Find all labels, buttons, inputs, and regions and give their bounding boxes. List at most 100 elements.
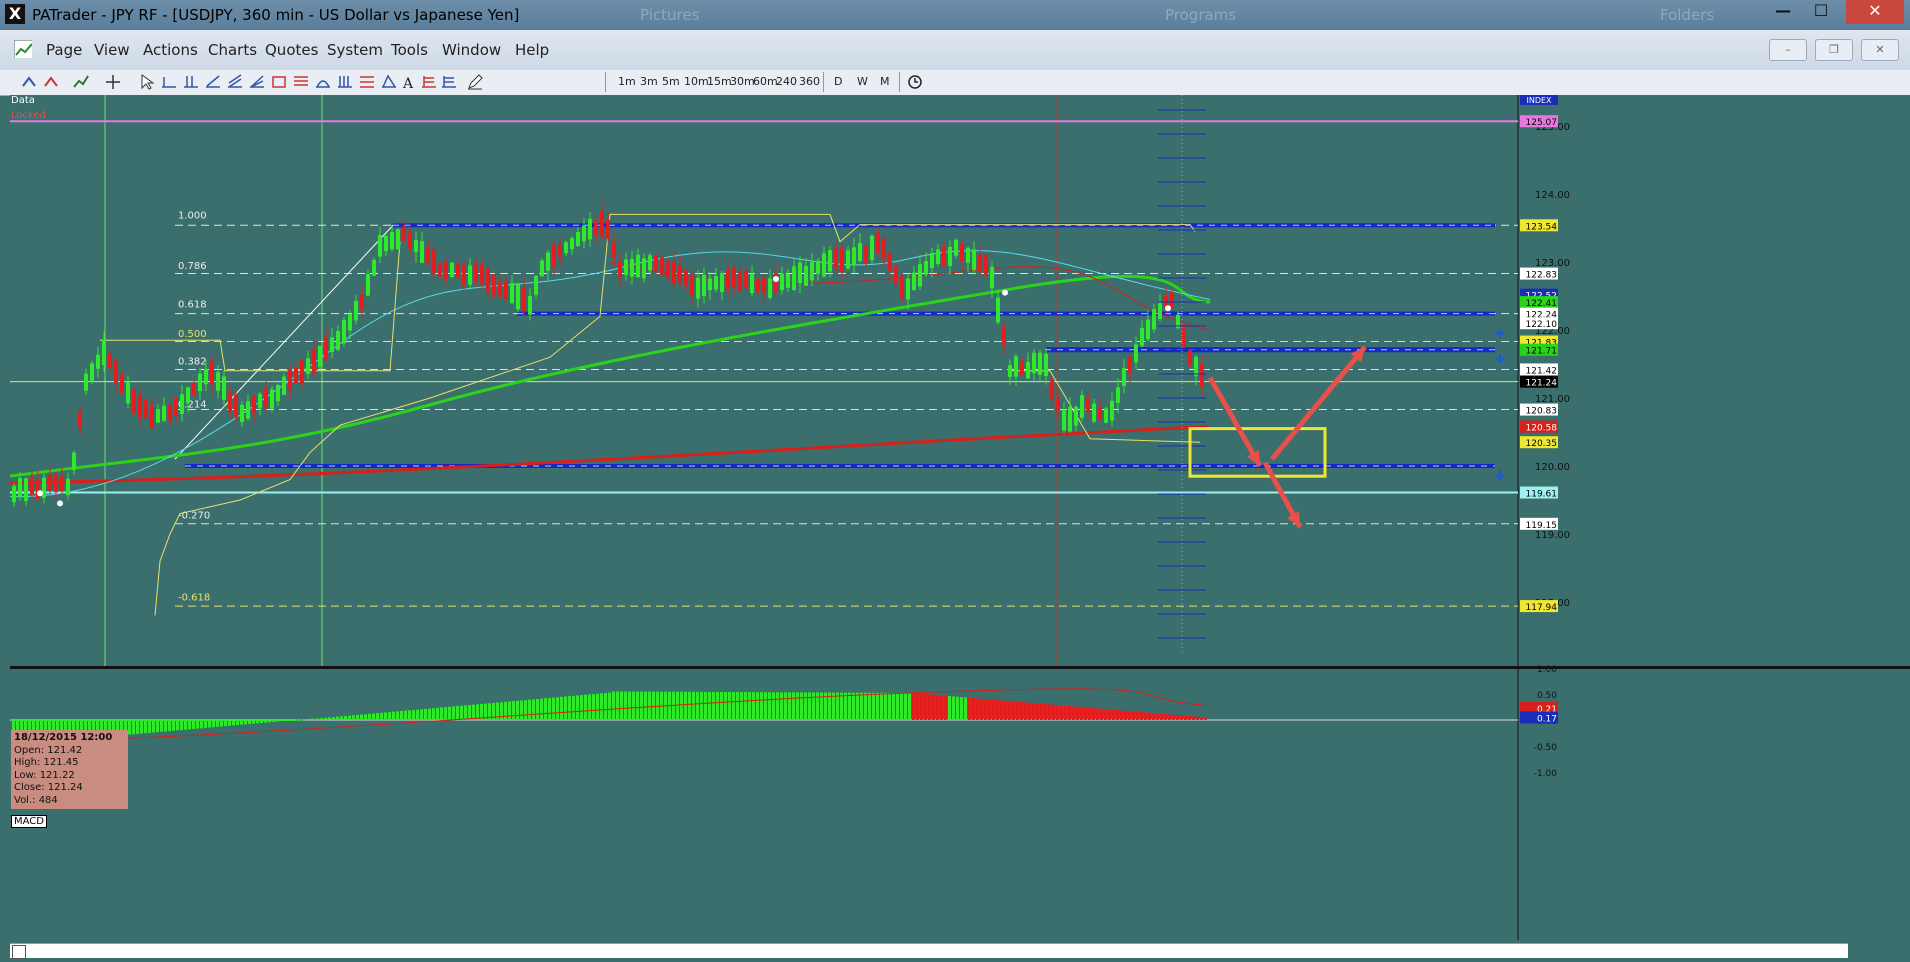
macd-bar <box>900 692 903 720</box>
ghost-tab: Folders <box>1660 6 1715 24</box>
macd-bar <box>1072 706 1075 720</box>
cursor-icon[interactable] <box>138 73 156 91</box>
macd-bar <box>680 691 683 720</box>
period-monthly[interactable]: M <box>880 75 890 88</box>
tooltip-high: High: 121.45 <box>14 757 79 768</box>
candle-body <box>18 478 22 497</box>
menu-help[interactable]: Help <box>515 41 549 59</box>
menu-charts[interactable]: Charts <box>208 41 257 59</box>
fib-arc-tool-icon[interactable] <box>314 73 332 91</box>
channel-tool-icon[interactable] <box>226 73 244 91</box>
candle-body <box>882 238 886 260</box>
timeframe-5m[interactable]: 5m <box>662 75 680 88</box>
candle-body <box>318 346 322 367</box>
mdi-close-button[interactable]: ✕ <box>1861 39 1899 61</box>
fib-retracement-tool-icon[interactable] <box>292 73 310 91</box>
rectangle-tool-icon[interactable] <box>270 73 288 91</box>
trendline-tool-icon[interactable] <box>204 73 222 91</box>
candle-body <box>636 254 640 278</box>
gann-tool-icon[interactable] <box>336 73 354 91</box>
pencil-icon[interactable] <box>466 73 484 91</box>
close-button[interactable]: ✕ <box>1846 0 1904 24</box>
timeframe-1m[interactable]: 1m <box>618 75 636 88</box>
candle-body <box>528 295 532 315</box>
timeframe-60m[interactable]: 60m <box>753 75 778 88</box>
cycle-tool-icon[interactable] <box>358 73 376 91</box>
macd-bar <box>604 692 607 720</box>
macd-bar <box>1036 703 1039 720</box>
period-weekly[interactable]: W <box>857 75 868 88</box>
macd-bar <box>896 692 899 720</box>
text-tool-icon[interactable]: A <box>400 73 418 91</box>
macd-bar <box>1056 705 1059 720</box>
candle-body <box>396 229 400 250</box>
macd-bar <box>196 720 199 729</box>
timeframe-240[interactable]: 240 <box>776 75 797 88</box>
macd-bar <box>636 691 639 720</box>
macd-bar <box>800 692 803 720</box>
pitchfork-tool-icon[interactable] <box>380 73 398 91</box>
timeframe-15m[interactable]: 15m <box>707 75 732 88</box>
macd-bar <box>640 691 643 720</box>
zoom-out-icon[interactable] <box>42 73 60 91</box>
mdi-minimize-button[interactable]: – <box>1769 39 1807 61</box>
candle-body <box>378 234 382 257</box>
hline-tool-icon[interactable] <box>160 73 178 91</box>
timeframe-10m[interactable]: 10m <box>684 75 709 88</box>
macd-bar <box>704 691 707 720</box>
candle-body <box>90 363 94 382</box>
fib-fan-tool-icon[interactable] <box>248 73 266 91</box>
macd-bar <box>148 720 151 733</box>
macd-bar <box>212 720 215 728</box>
candle-body <box>168 404 172 421</box>
clock-icon[interactable] <box>906 73 924 91</box>
macd-bar <box>976 698 979 720</box>
candle-body <box>1134 344 1138 363</box>
maximize-button[interactable]: ☐ <box>1798 0 1844 24</box>
menu-system[interactable]: System <box>327 41 383 59</box>
macd-bar <box>356 714 359 720</box>
menu-view[interactable]: View <box>94 41 130 59</box>
macd-bar <box>384 712 387 720</box>
macd-bar <box>536 698 539 720</box>
candle-body <box>1092 403 1096 422</box>
timeframe-30m[interactable]: 30m <box>730 75 755 88</box>
macd-bar <box>188 720 191 730</box>
macd-bar <box>620 691 623 720</box>
chart-type-icon[interactable] <box>72 73 90 91</box>
menu-tools[interactable]: Tools <box>391 41 428 59</box>
macd-bar <box>952 696 955 720</box>
timeframe-360[interactable]: 360 <box>799 75 820 88</box>
menu-quotes[interactable]: Quotes <box>265 41 318 59</box>
period-daily[interactable]: D <box>834 75 842 88</box>
macd-bar <box>220 720 223 727</box>
period-lines-tool-icon[interactable] <box>420 73 438 91</box>
scrollbar-thumb[interactable] <box>12 945 26 959</box>
vline-tool-icon[interactable] <box>182 73 200 91</box>
macd-bar <box>844 692 847 720</box>
candle-body <box>846 250 850 269</box>
macd-bar <box>624 691 627 720</box>
candle-body <box>252 395 256 414</box>
price-chart[interactable]: 1.0000.7860.6180.5000.3820.214-0.270-0.6… <box>10 95 1910 962</box>
macd-bar <box>1124 710 1127 720</box>
macd-bar <box>720 691 723 720</box>
levels-tool-icon[interactable] <box>440 73 458 91</box>
macd-bar <box>504 701 507 720</box>
menu-actions[interactable]: Actions <box>143 41 198 59</box>
horizontal-scrollbar[interactable] <box>10 943 1848 959</box>
crosshair-icon[interactable] <box>104 73 122 91</box>
macd-bar <box>804 692 807 720</box>
macd-bar <box>1096 708 1099 720</box>
fib-label: 0.618 <box>178 300 207 311</box>
menu-page[interactable]: Page <box>46 41 82 59</box>
menu-window[interactable]: Window <box>442 41 501 59</box>
mdi-restore-button[interactable]: ❐ <box>1815 39 1853 61</box>
macd-bar <box>500 702 503 720</box>
macd-bar <box>288 720 291 721</box>
candle-body <box>492 274 496 296</box>
toolbar-separator <box>899 72 900 92</box>
timeframe-3m[interactable]: 3m <box>640 75 658 88</box>
zoom-in-icon[interactable] <box>20 73 38 91</box>
macd-axis-tick: -0.50 <box>1534 743 1558 753</box>
